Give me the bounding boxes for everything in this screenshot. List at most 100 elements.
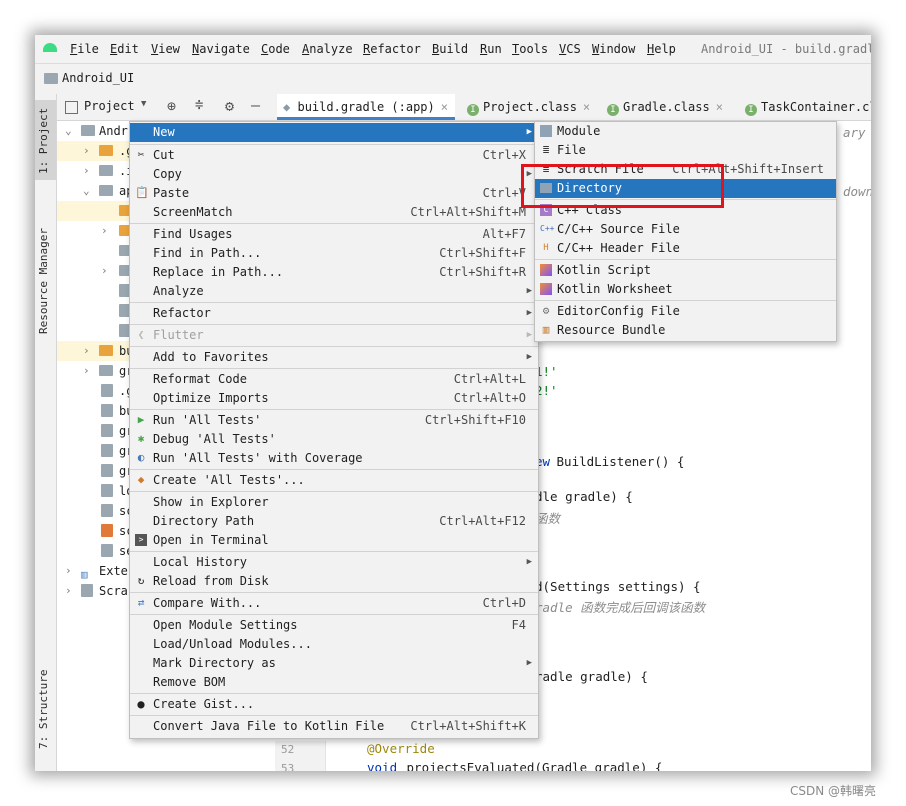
close-icon[interactable]: × bbox=[441, 100, 448, 114]
menu-item-label: Reload from Disk bbox=[153, 574, 269, 588]
line-number: 52 bbox=[281, 743, 295, 756]
menu-file[interactable]: File bbox=[70, 42, 99, 56]
menu-item-debug-all-tests[interactable]: ✱ Debug 'All Tests' bbox=[130, 430, 538, 449]
hide-icon[interactable]: — bbox=[251, 96, 260, 114]
submenu-item-cpp-header[interactable]: H C/C++ Header File bbox=[535, 239, 836, 258]
menu-item-cut[interactable]: ✂ Cut Ctrl+X bbox=[130, 146, 538, 165]
chevron-right-icon[interactable]: › bbox=[83, 361, 90, 381]
menu-item-shortcut: Ctrl+Alt+Shift+M bbox=[410, 205, 526, 219]
menu-item-find-in-path[interactable]: Find in Path... Ctrl+Shift+F bbox=[130, 244, 538, 263]
structure-tab[interactable]: 7: Structure bbox=[37, 670, 50, 749]
menu-item-screenmatch[interactable]: ScreenMatch Ctrl+Alt+Shift+M bbox=[130, 203, 538, 222]
submenu-item-file[interactable]: ≣ File bbox=[535, 141, 836, 160]
chevron-right-icon[interactable]: › bbox=[65, 581, 72, 601]
menu-vcs[interactable]: VCS bbox=[559, 42, 581, 56]
menu-item-remove-bom[interactable]: Remove BOM bbox=[130, 673, 538, 692]
menu-window[interactable]: Window bbox=[592, 42, 635, 56]
folder-icon bbox=[99, 365, 113, 376]
menu-item-reload-from-disk[interactable]: ↻ Reload from Disk bbox=[130, 572, 538, 591]
menu-run[interactable]: Run bbox=[480, 42, 502, 56]
tab-gradle-class[interactable]: I Gradle.class × bbox=[601, 94, 747, 120]
menu-item-find-usages[interactable]: Find Usages Alt+F7 bbox=[130, 225, 538, 244]
tab-project-class[interactable]: I Project.class × bbox=[461, 94, 607, 120]
close-icon[interactable]: × bbox=[716, 100, 723, 114]
gear-icon[interactable]: ⚙ bbox=[225, 97, 234, 115]
menu-item-label: Run 'All Tests' bbox=[153, 413, 262, 427]
menu-item-optimize-imports[interactable]: Optimize Imports Ctrl+Alt+O bbox=[130, 389, 538, 408]
chevron-right-icon[interactable]: › bbox=[65, 561, 72, 581]
breadcrumb-project[interactable]: Android_UI bbox=[62, 71, 134, 85]
menu-code[interactable]: Code bbox=[261, 42, 290, 56]
dropdown-chevron-icon[interactable]: ▼ bbox=[141, 99, 146, 109]
menu-help[interactable]: Help bbox=[647, 42, 676, 56]
code-text: ary f bbox=[843, 125, 866, 140]
menu-item-open-module-settings[interactable]: Open Module Settings F4 bbox=[130, 616, 538, 635]
menu-item-copy[interactable]: Copy ▶ bbox=[130, 165, 538, 184]
menu-item-load-unload-modules[interactable]: Load/Unload Modules... bbox=[130, 635, 538, 654]
submenu-arrow-icon: ▶ bbox=[526, 330, 532, 340]
chevron-right-icon[interactable]: › bbox=[83, 341, 90, 361]
tab-taskcontainer-class[interactable]: I TaskContainer.cl bbox=[739, 94, 871, 120]
menu-refactor[interactable]: Refactor bbox=[363, 42, 421, 56]
tab-label: Gradle.class bbox=[623, 100, 710, 114]
chevron-right-icon[interactable]: › bbox=[101, 261, 108, 281]
chevron-right-icon[interactable]: › bbox=[101, 221, 108, 241]
close-icon[interactable]: × bbox=[583, 100, 590, 114]
menu-item-label: Convert Java File to Kotlin File bbox=[153, 719, 385, 733]
menu-build[interactable]: Build bbox=[432, 42, 468, 56]
kotlin-icon bbox=[540, 264, 552, 276]
menu-item-flutter[interactable]: ❮ Flutter ▶ bbox=[130, 326, 538, 345]
menu-item-create-all-tests[interactable]: ◆ Create 'All Tests'... bbox=[130, 471, 538, 490]
chevron-right-icon[interactable]: › bbox=[83, 161, 90, 181]
tab-label: Project.class bbox=[483, 100, 577, 114]
project-view-icon bbox=[65, 101, 78, 114]
watermark: CSDN @韩曙亮 bbox=[790, 784, 877, 798]
menu-item-replace-in-path[interactable]: Replace in Path... Ctrl+Shift+R bbox=[130, 263, 538, 282]
chevron-down-icon[interactable]: ⌄ bbox=[65, 121, 72, 141]
left-tool-stripe: 1: Project Resource Manager 7: Structure bbox=[35, 94, 57, 771]
menu-item-open-in-terminal[interactable]: > Open in Terminal bbox=[130, 531, 538, 550]
chevron-down-icon[interactable]: ⌄ bbox=[83, 181, 90, 201]
menu-item-label: New bbox=[153, 125, 175, 139]
menu-item-create-gist[interactable]: ● Create Gist... bbox=[130, 695, 538, 714]
menu-item-directory-path[interactable]: Directory Path Ctrl+Alt+F12 bbox=[130, 512, 538, 531]
menu-item-local-history[interactable]: Local History ▶ bbox=[130, 553, 538, 572]
menu-item-run-with-coverage[interactable]: ◐ Run 'All Tests' with Coverage bbox=[130, 449, 538, 468]
submenu-item-module[interactable]: Module bbox=[535, 122, 836, 141]
chevron-right-icon[interactable]: › bbox=[83, 141, 90, 161]
submenu-item-resource-bundle[interactable]: ▥ Resource Bundle bbox=[535, 321, 836, 340]
collapse-all-icon[interactable]: ≑ bbox=[195, 97, 203, 113]
menu-item-new[interactable]: New ▶ bbox=[130, 123, 538, 142]
menu-item-add-to-favorites[interactable]: Add to Favorites ▶ bbox=[130, 348, 538, 367]
menu-view[interactable]: View bbox=[151, 42, 180, 56]
menu-navigate[interactable]: Navigate bbox=[192, 42, 250, 56]
submenu-item-editorconfig[interactable]: ⚙ EditorConfig File bbox=[535, 302, 836, 321]
menu-item-compare-with[interactable]: ⇄ Compare With... Ctrl+D bbox=[130, 594, 538, 613]
menu-separator bbox=[130, 469, 538, 470]
menu-item-analyze[interactable]: Analyze ▶ bbox=[130, 282, 538, 301]
tab-build-gradle[interactable]: ◆ build.gradle (:app) × bbox=[277, 94, 455, 120]
menu-item-convert-java-to-kotlin[interactable]: Convert Java File to Kotlin File Ctrl+Alt… bbox=[130, 717, 538, 736]
menu-analyze[interactable]: Analyze bbox=[302, 42, 353, 56]
scratch-icon bbox=[81, 584, 93, 597]
menu-item-label: Add to Favorites bbox=[153, 350, 269, 364]
code-comment: radle 函数完成后回调该函数 bbox=[535, 600, 706, 615]
submenu-item-kotlin-script[interactable]: Kotlin Script bbox=[535, 261, 836, 280]
menu-tools[interactable]: Tools bbox=[512, 42, 548, 56]
menu-item-show-in-explorer[interactable]: Show in Explorer bbox=[130, 493, 538, 512]
menu-item-label: Replace in Path... bbox=[153, 265, 284, 279]
submenu-item-cpp-source[interactable]: C++ C/C++ Source File bbox=[535, 220, 836, 239]
menu-edit[interactable]: Edit bbox=[110, 42, 139, 56]
menu-item-paste[interactable]: 📋 Paste Ctrl+V bbox=[130, 184, 538, 203]
menu-item-refactor[interactable]: Refactor ▶ bbox=[130, 304, 538, 323]
submenu-item-kotlin-worksheet[interactable]: Kotlin Worksheet bbox=[535, 280, 836, 299]
project-view-selector[interactable]: Project bbox=[84, 99, 135, 113]
gradle-file-icon bbox=[101, 544, 113, 557]
resource-manager-tab[interactable]: Resource Manager bbox=[37, 228, 50, 334]
code-text: radle gradle) { bbox=[535, 669, 648, 684]
menu-item-reformat-code[interactable]: Reformat Code Ctrl+Alt+L bbox=[130, 370, 538, 389]
menu-item-mark-directory-as[interactable]: Mark Directory as ▶ bbox=[130, 654, 538, 673]
menu-separator bbox=[130, 715, 538, 716]
menu-item-run-all-tests[interactable]: ▶ Run 'All Tests' Ctrl+Shift+F10 bbox=[130, 411, 538, 430]
locate-icon[interactable]: ⊕ bbox=[167, 97, 176, 115]
